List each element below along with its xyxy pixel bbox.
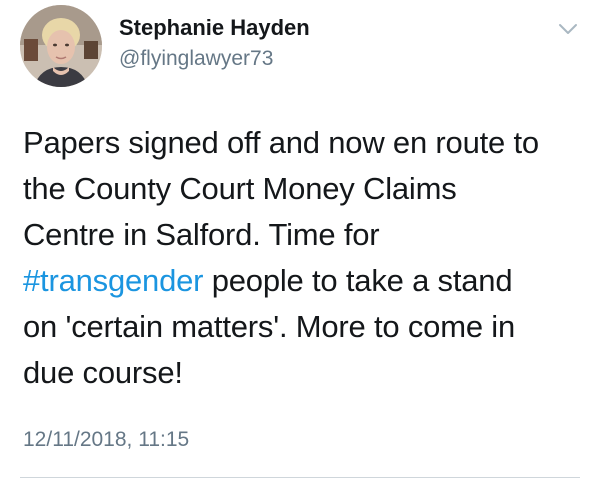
tweet-text-line: Centre in Salford. Time for xyxy=(23,217,380,252)
tweet-text-line: Papers signed off and now en route to xyxy=(23,125,539,160)
tweet-text-line: #transgender people to take a stand xyxy=(23,258,583,304)
tweet-text-line: due course! xyxy=(23,355,183,390)
tweet-text-line: on 'certain matters'. More to come in xyxy=(23,309,516,344)
tweet-timestamp[interactable]: 12/11/2018, 11:15 xyxy=(23,428,189,452)
tweet-text-fragment: people to take a stand xyxy=(203,263,513,298)
hashtag-link[interactable]: #transgender xyxy=(23,263,203,298)
author-display-name[interactable]: Stephanie Hayden xyxy=(119,15,310,41)
tweet-card: Stephanie Hayden @flyinglawyer73 Papers … xyxy=(0,0,600,481)
profile-photo-icon xyxy=(20,5,102,87)
tweet-text-line: the County Court Money Claims xyxy=(23,171,457,206)
author-handle[interactable]: @flyinglawyer73 xyxy=(119,47,273,71)
divider xyxy=(20,477,580,478)
chevron-down-icon[interactable] xyxy=(558,22,578,36)
avatar[interactable] xyxy=(20,5,102,87)
tweet-text: Papers signed off and now en route to th… xyxy=(23,120,583,396)
